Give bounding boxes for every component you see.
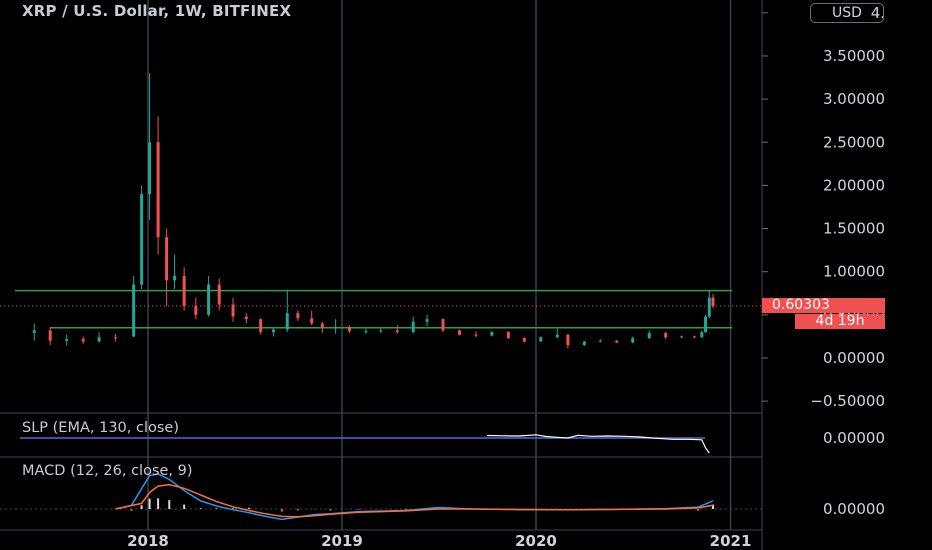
candle-body xyxy=(81,339,85,342)
macd-indicator-label[interactable]: MACD (12, 26, close, 9) xyxy=(22,463,193,479)
price-axis-tick-label: 0.00000 xyxy=(823,349,885,367)
candle-body xyxy=(132,284,136,337)
slp-axis-tick-label: 0.00000 xyxy=(823,429,885,447)
candle-body xyxy=(194,306,198,315)
candle-body xyxy=(217,284,221,305)
candle-body xyxy=(707,297,711,317)
candle-body xyxy=(285,313,289,330)
candle-body xyxy=(271,329,275,333)
time-axis-tick-label: 2020 xyxy=(515,532,557,550)
candle-body xyxy=(441,319,445,331)
candle-body xyxy=(474,334,478,336)
candle-body xyxy=(347,326,351,332)
candle-body xyxy=(555,334,559,338)
candle-body xyxy=(395,330,399,333)
price-axis-tick-label: 1.00000 xyxy=(823,263,885,281)
candle-body xyxy=(65,339,69,341)
candle-body xyxy=(598,340,602,342)
candle-body xyxy=(32,330,36,333)
candle-body xyxy=(334,326,338,328)
candle-body xyxy=(114,337,118,339)
candle-body xyxy=(97,337,101,342)
candle-body xyxy=(296,313,300,319)
candle-body xyxy=(259,319,263,333)
candle-body xyxy=(379,330,383,332)
candle-body xyxy=(700,332,704,338)
candle-body xyxy=(631,338,635,343)
candle-body xyxy=(692,336,696,338)
price-axis-tick-label: −0.50000 xyxy=(810,392,885,410)
macd-axis-tick-label: 0.00000 xyxy=(823,500,885,518)
candle-body xyxy=(182,276,186,307)
candle-body xyxy=(539,337,543,342)
candle-body xyxy=(320,323,324,328)
candle-body xyxy=(582,341,586,346)
candle-body xyxy=(48,330,52,341)
macd-signal-line xyxy=(115,483,714,518)
candle-body xyxy=(711,297,715,307)
candle-body xyxy=(310,318,314,324)
candle-body xyxy=(664,332,668,338)
currency-button[interactable]: USD xyxy=(810,3,884,23)
price-axis-tick-label: 2.00000 xyxy=(823,176,885,194)
candle-body xyxy=(173,276,177,281)
candle-body xyxy=(231,304,235,317)
candle-body xyxy=(522,338,526,342)
candle-body xyxy=(566,334,570,346)
price-axis-tick-label: 1.50000 xyxy=(823,220,885,238)
candle-body xyxy=(490,332,494,336)
candle-body xyxy=(148,142,152,195)
candle-body xyxy=(615,340,619,343)
candle-body xyxy=(506,332,510,339)
candle-body xyxy=(156,142,160,238)
candle-body xyxy=(704,316,708,333)
price-axis-tick-label: 3.50000 xyxy=(823,47,885,65)
last-price-tag: 0.60303 xyxy=(762,298,885,313)
slp-indicator-label[interactable]: SLP (EMA, 130, close) xyxy=(22,420,179,436)
time-axis-tick-label: 2018 xyxy=(127,532,169,550)
chart-title: XRP / U.S. Dollar, 1W, BITFINEX xyxy=(22,2,292,20)
candle-body xyxy=(680,336,684,338)
candle-body xyxy=(140,194,144,285)
candle-body xyxy=(165,237,169,281)
price-axis-tick-label: 2.50000 xyxy=(823,133,885,151)
time-axis-tick-label: 2021 xyxy=(710,532,752,550)
candle-body xyxy=(364,331,368,333)
candle-body xyxy=(207,284,211,315)
candle-body xyxy=(425,319,429,322)
price-axis-tick-label: 3.00000 xyxy=(823,90,885,108)
candle-body xyxy=(411,321,415,333)
time-axis-tick-label: 2019 xyxy=(321,532,363,550)
candle-body xyxy=(647,332,651,339)
bar-countdown-tag: 4d 19h xyxy=(795,314,885,329)
candle-body xyxy=(457,330,461,335)
candle-body xyxy=(244,316,248,320)
